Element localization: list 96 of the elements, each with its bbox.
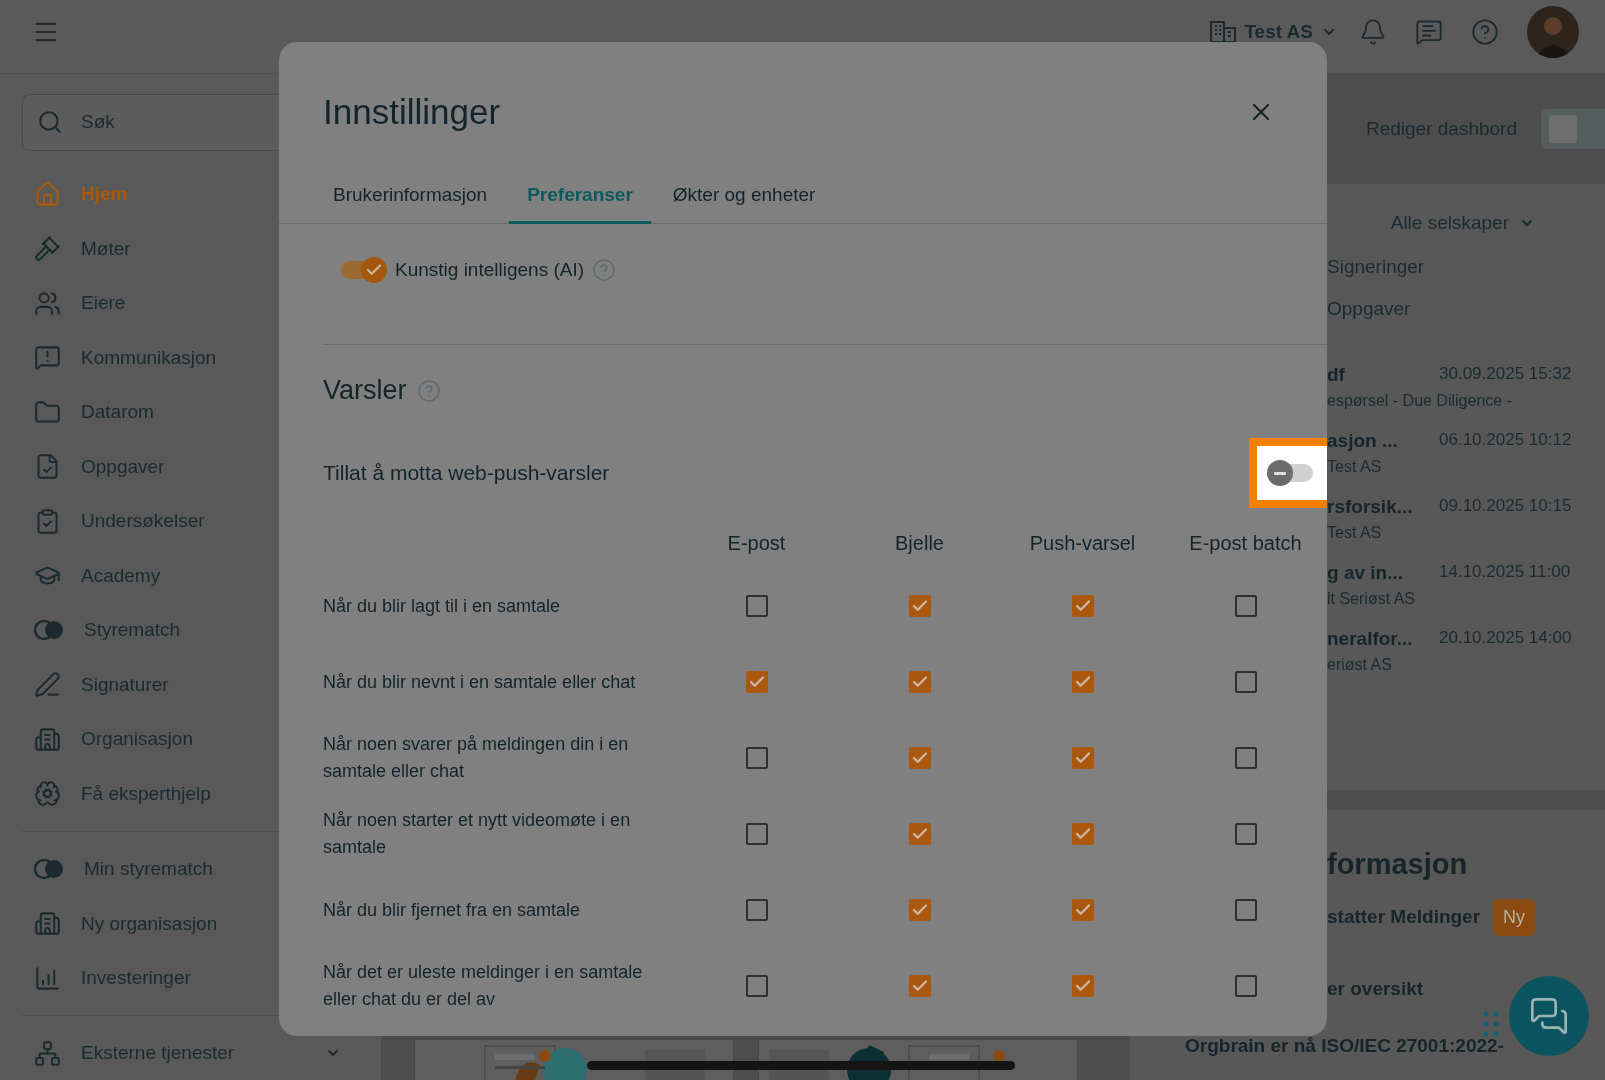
checkbox[interactable] — [908, 671, 931, 693]
building-icon — [34, 725, 61, 753]
checkbox[interactable] — [908, 747, 931, 769]
nav-item[interactable]: Møter — [22, 221, 381, 276]
checkbox[interactable] — [908, 595, 931, 617]
dialog-tab[interactable]: Preferanser — [509, 172, 651, 224]
ai-label: Kunstig intelligens (AI) — [395, 259, 585, 281]
event-date: 30.09.2025 15:32 — [1439, 364, 1573, 385]
nav-item[interactable]: Eiere — [22, 276, 381, 331]
dashboard-tab[interactable]: Oppgaver — [1327, 298, 1605, 320]
clipboard-check-icon — [34, 507, 61, 535]
nav-item[interactable]: Eksterne tjenester — [22, 1026, 381, 1080]
search-icon — [37, 109, 63, 136]
company-selector[interactable]: Test AS — [1210, 20, 1337, 43]
event-subtitle: eriøst AS — [1327, 656, 1393, 674]
file-check-icon — [34, 453, 61, 481]
checkbox[interactable] — [1071, 671, 1094, 693]
dialog-tab[interactable]: Brukerinformasjon — [315, 172, 506, 224]
event-title: asjon ... — [1327, 430, 1399, 452]
chart-icon — [34, 964, 61, 992]
help-icon[interactable] — [1471, 17, 1499, 46]
column-header: Bjelle — [894, 532, 945, 556]
help-icon[interactable] — [592, 258, 617, 282]
circles-icon — [34, 858, 64, 881]
event-date: 14.10.2025 11:00 — [1439, 562, 1572, 583]
event-subtitle: Test AS — [1327, 524, 1383, 542]
row-label: Når det er uleste meldinger i en samtale eller chat du er del av — [323, 961, 644, 1011]
checkbox[interactable] — [745, 671, 768, 693]
avatar[interactable] — [1527, 5, 1579, 58]
checkbox[interactable] — [745, 823, 768, 845]
checkbox[interactable] — [1234, 747, 1257, 769]
checkbox[interactable] — [1071, 595, 1094, 617]
chat-icon — [1529, 996, 1569, 1036]
event-date: 20.10.2025 14:00 — [1439, 628, 1573, 649]
building-icon — [1210, 20, 1237, 43]
bell-icon[interactable] — [1359, 17, 1387, 46]
event-subtitle: lt Seriøst AS — [1327, 590, 1417, 608]
checkbox[interactable] — [1071, 975, 1094, 997]
info-title: statter Meldinger — [1327, 906, 1481, 928]
help-icon[interactable] — [416, 378, 441, 403]
network-icon — [34, 1039, 61, 1067]
event-title: df — [1327, 364, 1346, 386]
folder-icon — [34, 398, 61, 426]
row-label: Når noen svarer på meldingen din i en samtale eller chat — [323, 733, 630, 783]
building-icon — [34, 910, 61, 938]
row-label: Når du blir nevnt i en samtale eller chat — [323, 670, 637, 694]
info-title: er oversikt — [1327, 978, 1424, 1000]
checkbox[interactable] — [1071, 823, 1094, 845]
nav-item[interactable]: Undersøkelser — [22, 494, 381, 549]
scrollbar[interactable] — [587, 1061, 1015, 1070]
event-title: neralfor... — [1327, 628, 1414, 650]
checkbox[interactable] — [745, 899, 768, 921]
checkbox[interactable] — [1071, 747, 1094, 769]
checkbox[interactable] — [1071, 899, 1094, 921]
row-label: Når noen starter et nytt videomøte i en samtale — [323, 809, 632, 859]
section-heading: Varsler — [323, 375, 407, 406]
minus-icon — [1274, 471, 1286, 475]
news-headline: Orgbrain er nå ISO/IEC 27001:2022- — [1185, 1035, 1505, 1057]
message-alert-icon — [34, 344, 61, 372]
checkbox[interactable] — [745, 975, 768, 997]
brain-gear-icon — [34, 780, 61, 808]
circles-icon — [34, 619, 64, 642]
event-subtitle: espørsel - Due Diligence - — [1327, 392, 1513, 410]
gavel-icon — [34, 235, 61, 263]
row-label: Når du blir fjernet fra en samtale — [323, 898, 582, 922]
checkbox[interactable] — [908, 823, 931, 845]
checkbox[interactable] — [1234, 671, 1257, 693]
pen-icon — [34, 671, 61, 699]
column-header: Push-varsel — [1028, 532, 1137, 556]
event-title: g av in... — [1327, 562, 1405, 584]
new-badge: Ny — [1493, 898, 1535, 936]
checkbox[interactable] — [908, 899, 931, 921]
checkbox[interactable] — [908, 975, 931, 997]
dashboard-tab[interactable]: Signeringer — [1327, 256, 1605, 278]
checkbox[interactable] — [1234, 899, 1257, 921]
event-title: rsforsik... — [1327, 496, 1414, 518]
users-icon — [34, 289, 61, 317]
checkbox[interactable] — [1234, 975, 1257, 997]
edit-switch[interactable] — [1541, 109, 1605, 149]
home-icon — [34, 180, 61, 208]
drag-handle-icon[interactable] — [1483, 1010, 1499, 1038]
checkbox[interactable] — [1234, 823, 1257, 845]
checkbox[interactable] — [745, 747, 768, 769]
column-header: E-post — [726, 532, 787, 556]
dialog-title: Innstillinger — [323, 92, 501, 132]
event-date: 06.10.2025 10:12 — [1439, 430, 1573, 451]
info-heading: formasjon — [1327, 848, 1469, 881]
dialog-tab[interactable]: Økter og enheter — [654, 172, 834, 224]
company-filter[interactable]: Alle selskaper — [1390, 212, 1535, 234]
web-push-label: Tillat å motta web-push-varsler — [323, 461, 610, 485]
row-label: Når du blir lagt til i en samtale — [323, 594, 562, 618]
event-subtitle: Test AS — [1327, 458, 1383, 476]
column-header: E-post batch — [1188, 532, 1303, 556]
checkbox[interactable] — [745, 595, 768, 617]
event-date: 09.10.2025 10:15 — [1439, 496, 1573, 517]
checkbox[interactable] — [1234, 595, 1257, 617]
